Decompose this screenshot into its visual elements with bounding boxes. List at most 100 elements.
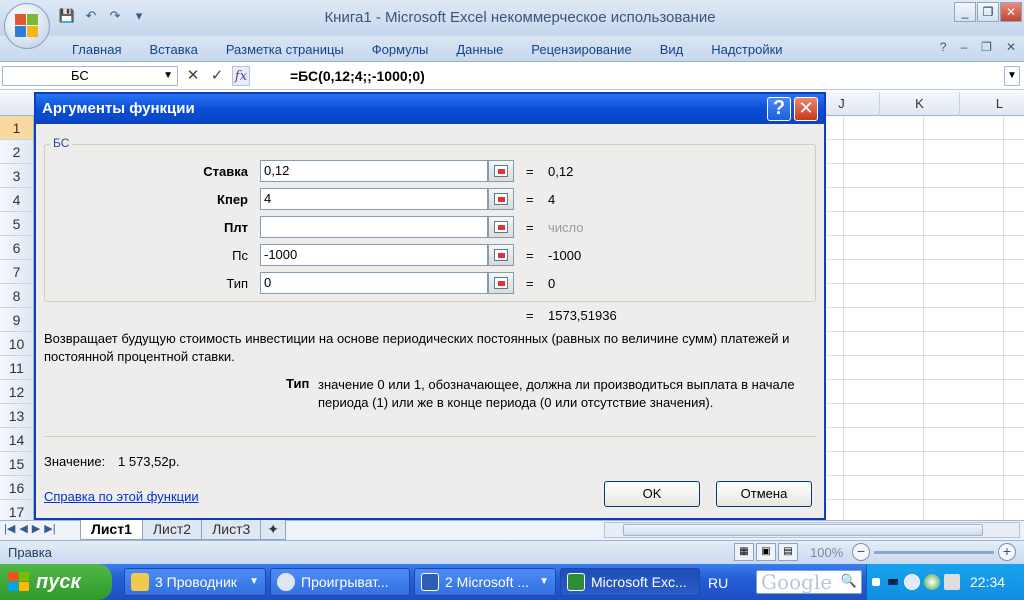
- range-select-icon: [494, 249, 508, 261]
- insert-sheet-icon[interactable]: ✦: [260, 520, 287, 540]
- office-button[interactable]: [4, 3, 50, 49]
- last-sheet-icon[interactable]: ▶|: [44, 522, 55, 535]
- row-header[interactable]: 2: [0, 140, 33, 164]
- tab-addins[interactable]: Надстройки: [697, 42, 796, 60]
- workbook-restore-icon[interactable]: ❐: [981, 40, 992, 54]
- taskbar-item-player[interactable]: Проигрыват...: [270, 568, 410, 596]
- first-sheet-icon[interactable]: |◀: [4, 522, 15, 535]
- formula-input[interactable]: =БС(0,12;4;;-1000;0): [284, 64, 1004, 88]
- tab-formulas[interactable]: Формулы: [358, 42, 443, 60]
- dialog-help-button[interactable]: ?: [767, 97, 791, 121]
- save-icon[interactable]: 💾: [58, 7, 76, 25]
- insert-function-button[interactable]: fx: [232, 66, 250, 86]
- workbook-close-icon[interactable]: ✕: [1006, 40, 1016, 54]
- taskbar-item-label: Microsoft Exc...: [591, 574, 687, 590]
- taskbar-item-excel[interactable]: Microsoft Exc...: [560, 568, 700, 596]
- tab-home[interactable]: Главная: [58, 42, 135, 60]
- tab-view[interactable]: Вид: [646, 42, 698, 60]
- help-icon[interactable]: ?: [940, 40, 947, 54]
- chevron-down-icon[interactable]: ▼: [163, 67, 173, 85]
- search-icon[interactable]: 🔍: [841, 571, 857, 593]
- taskbar-item-word[interactable]: 2 Microsoft ... ▼: [414, 568, 556, 596]
- language-indicator[interactable]: RU: [708, 575, 728, 591]
- arg-input-pmt[interactable]: [260, 216, 488, 238]
- customize-qat-icon[interactable]: ▾: [130, 7, 148, 25]
- volume-icon[interactable]: [944, 574, 960, 590]
- row-header[interactable]: 14: [0, 428, 33, 452]
- dialog-title-bar[interactable]: Аргументы функции: [36, 94, 824, 124]
- tab-insert[interactable]: Вставка: [135, 42, 211, 60]
- tab-page-layout[interactable]: Разметка страницы: [212, 42, 358, 60]
- row-header[interactable]: 10: [0, 332, 33, 356]
- function-help-link[interactable]: Справка по этой функции: [44, 489, 199, 504]
- select-all-corner[interactable]: [0, 92, 34, 116]
- tray-arrow-icon[interactable]: [888, 579, 898, 585]
- undo-icon[interactable]: ↶: [82, 7, 100, 25]
- cancel-button[interactable]: Отмена: [716, 481, 812, 507]
- row-header[interactable]: 5: [0, 212, 33, 236]
- row-header[interactable]: 8: [0, 284, 33, 308]
- restore-button[interactable]: ❐: [977, 2, 999, 22]
- row-header[interactable]: 7: [0, 260, 33, 284]
- dialog-close-button[interactable]: ✕: [794, 97, 818, 121]
- sheet-tab[interactable]: Лист3: [201, 520, 262, 540]
- arg-label-type: Тип: [226, 276, 248, 291]
- google-search-bar[interactable]: Google 🔍: [756, 570, 862, 594]
- row-header[interactable]: 9: [0, 308, 33, 332]
- redo-icon[interactable]: ↷: [106, 7, 124, 25]
- arg-label-pv: Пс: [232, 248, 248, 263]
- minimize-button[interactable]: _: [954, 2, 976, 22]
- clock[interactable]: 22:34: [970, 574, 1005, 590]
- close-button[interactable]: ✕: [1000, 2, 1022, 22]
- tab-data[interactable]: Данные: [442, 42, 517, 60]
- sheet-tab[interactable]: Лист1: [80, 520, 143, 540]
- ok-button[interactable]: OK: [604, 481, 700, 507]
- zoom-slider[interactable]: − +: [852, 543, 1016, 561]
- tab-review[interactable]: Рецензирование: [517, 42, 645, 60]
- page-layout-view-icon[interactable]: ▣: [756, 543, 776, 561]
- workbook-minimize-icon[interactable]: –: [960, 40, 967, 54]
- row-header[interactable]: 17: [0, 500, 33, 522]
- arg-input-pv[interactable]: -1000: [260, 244, 488, 266]
- row-header[interactable]: 16: [0, 476, 33, 500]
- row-header[interactable]: 3: [0, 164, 33, 188]
- tray-square-icon[interactable]: [872, 578, 880, 586]
- prev-sheet-icon[interactable]: ◀: [19, 522, 27, 535]
- collapse-dialog-button[interactable]: [488, 188, 514, 210]
- arg-input-nper[interactable]: 4: [260, 188, 488, 210]
- start-button[interactable]: пуск: [0, 564, 112, 600]
- zoom-out-icon[interactable]: −: [852, 543, 870, 561]
- arg-label-nper: Кпер: [217, 192, 248, 207]
- row-header[interactable]: 1: [0, 116, 33, 140]
- next-sheet-icon[interactable]: ▶: [32, 522, 40, 535]
- row-header[interactable]: 12: [0, 380, 33, 404]
- arg-input-type[interactable]: 0: [260, 272, 488, 294]
- enter-icon[interactable]: ✓: [208, 66, 226, 86]
- row-header[interactable]: 13: [0, 404, 33, 428]
- collapse-dialog-button[interactable]: [488, 272, 514, 294]
- zoom-level[interactable]: 100%: [810, 545, 843, 560]
- collapse-dialog-button[interactable]: [488, 216, 514, 238]
- name-box[interactable]: БС ▼: [2, 66, 178, 86]
- show-hidden-icons-icon[interactable]: [904, 574, 920, 590]
- scrollbar-thumb[interactable]: [623, 524, 983, 536]
- column-header[interactable]: K: [879, 92, 959, 116]
- normal-view-icon[interactable]: ▦: [734, 543, 754, 561]
- cancel-icon[interactable]: ✕: [184, 66, 202, 86]
- column-header[interactable]: L: [959, 92, 1024, 116]
- row-header[interactable]: 4: [0, 188, 33, 212]
- taskbar-item-explorer[interactable]: 3 Проводник ▼: [124, 568, 266, 596]
- zoom-in-icon[interactable]: +: [998, 543, 1016, 561]
- collapse-dialog-button[interactable]: [488, 244, 514, 266]
- horizontal-scrollbar[interactable]: [604, 522, 1020, 538]
- sheet-tab[interactable]: Лист2: [141, 520, 203, 540]
- page-break-view-icon[interactable]: ▤: [778, 543, 798, 561]
- zoom-track[interactable]: [874, 550, 994, 554]
- network-icon[interactable]: [924, 574, 940, 590]
- row-header[interactable]: 15: [0, 452, 33, 476]
- arg-input-rate[interactable]: 0,12: [260, 160, 488, 182]
- expand-formula-bar-icon[interactable]: ▼: [1004, 66, 1020, 86]
- row-header[interactable]: 11: [0, 356, 33, 380]
- collapse-dialog-button[interactable]: [488, 160, 514, 182]
- row-header[interactable]: 6: [0, 236, 33, 260]
